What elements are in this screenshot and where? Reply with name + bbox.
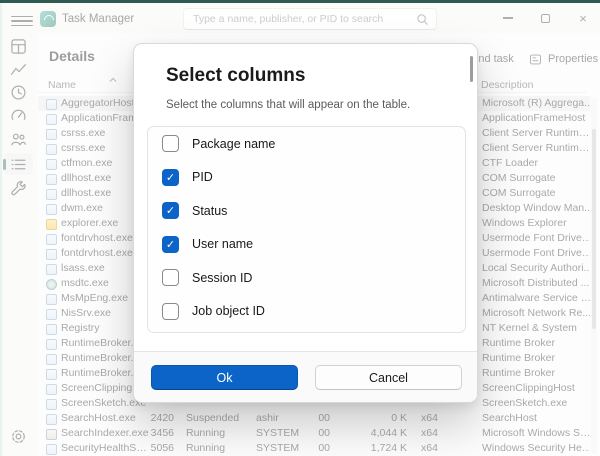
dialog-footer: Ok Cancel <box>134 351 477 402</box>
column-option[interactable]: Package name <box>148 127 465 161</box>
column-option-label: Status <box>192 203 228 218</box>
ok-button[interactable]: Ok <box>151 365 298 390</box>
checkbox[interactable] <box>162 302 179 320</box>
checkbox[interactable]: ✓ <box>162 168 179 186</box>
dialog-title: Select columns <box>166 65 306 86</box>
select-columns-dialog: Select columns Select the columns that w… <box>133 43 478 403</box>
column-option-label: Job object ID <box>192 304 265 319</box>
column-option-label: Session ID <box>192 270 253 285</box>
cancel-button[interactable]: Cancel <box>315 365 462 390</box>
column-option[interactable]: ✓ Status <box>148 194 465 228</box>
column-option[interactable]: ✓ User name <box>148 228 465 262</box>
column-option-label: Package name <box>192 136 276 151</box>
checkbox[interactable]: ✓ <box>162 202 179 220</box>
checkbox[interactable] <box>162 135 179 153</box>
column-option[interactable]: Session ID <box>148 261 465 295</box>
column-option[interactable]: Job object ID <box>148 295 465 329</box>
checkbox[interactable]: ✓ <box>162 235 179 253</box>
dialog-list-scrollbar[interactable] <box>470 56 473 82</box>
column-option-label: User name <box>192 237 254 252</box>
column-options-list: Package name ✓ PID ✓ Status ✓ User name … <box>147 126 466 333</box>
column-option-label: PID <box>192 170 213 185</box>
checkbox[interactable] <box>162 269 179 287</box>
dialog-subtitle: Select the columns that will appear on t… <box>166 99 411 111</box>
column-option[interactable]: ✓ PID <box>148 161 465 195</box>
